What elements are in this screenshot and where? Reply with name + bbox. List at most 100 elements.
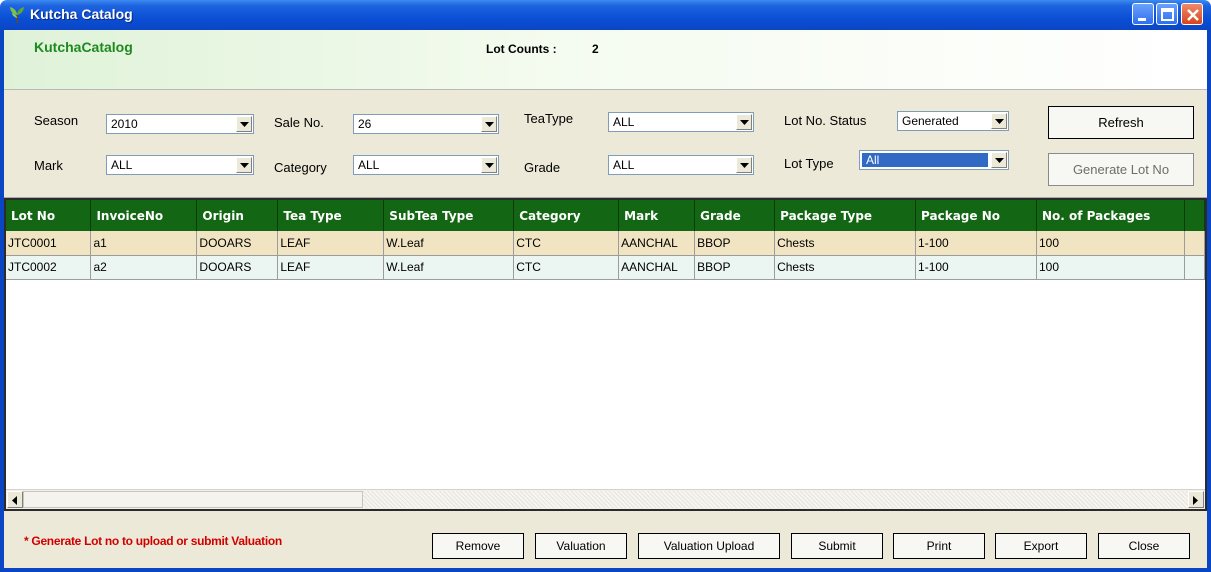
scroll-left-icon xyxy=(12,496,17,505)
close-window-button[interactable] xyxy=(1181,3,1203,25)
table-cell[interactable]: 100 xyxy=(1036,255,1185,280)
action-bar: * Generate Lot no to upload or submit Va… xyxy=(4,511,1207,568)
table-cell-overflow xyxy=(1184,255,1205,280)
column-header-overflow xyxy=(1184,200,1205,231)
valuation-button[interactable]: Valuation xyxy=(535,533,627,559)
lot-type-label: Lot Type xyxy=(784,156,834,171)
table-cell[interactable]: a2 xyxy=(90,255,198,280)
header-band: KutchaCatalog Lot Counts : 2 xyxy=(4,30,1207,90)
table-cell[interactable]: 1-100 xyxy=(915,255,1037,280)
valuation-upload-button[interactable]: Valuation Upload xyxy=(638,533,780,559)
window-title: Kutcha Catalog xyxy=(30,6,133,22)
dropdown-arrow-icon[interactable] xyxy=(236,116,252,132)
scroll-left-button[interactable] xyxy=(7,491,23,508)
table-cell[interactable]: BBOP xyxy=(694,255,776,280)
season-value: 2010 xyxy=(111,117,138,131)
export-button[interactable]: Export xyxy=(995,533,1087,559)
column-header[interactable]: Origin xyxy=(196,200,279,231)
lot-grid[interactable]: Lot No InvoiceNo Origin Tea Type SubTea … xyxy=(4,198,1207,511)
table-cell[interactable]: W.Leaf xyxy=(383,231,515,256)
window-frame-bottom xyxy=(0,568,1211,572)
lot-counts-label: Lot Counts : xyxy=(486,42,557,56)
dropdown-arrow-icon[interactable] xyxy=(736,157,752,173)
table-cell[interactable]: JTC0002 xyxy=(6,255,92,280)
tea-type-select[interactable]: ALL xyxy=(608,112,754,132)
scroll-right-button[interactable] xyxy=(1188,491,1204,508)
table-cell[interactable]: JTC0001 xyxy=(6,231,92,256)
table-cell[interactable]: CTC xyxy=(513,255,620,280)
grade-value: ALL xyxy=(613,158,635,172)
table-row[interactable]: JTC0001 a1 DOOARS LEAF W.Leaf CTC AANCHA… xyxy=(6,231,1205,256)
table-cell[interactable]: DOOARS xyxy=(196,231,279,256)
column-header[interactable]: Mark xyxy=(618,200,696,231)
column-header[interactable]: Package No xyxy=(915,200,1037,231)
table-cell[interactable]: LEAF xyxy=(277,231,385,256)
close-button[interactable]: Close xyxy=(1098,533,1190,559)
column-header[interactable]: Grade xyxy=(694,200,776,231)
maximize-icon xyxy=(1161,8,1174,21)
maximize-button[interactable] xyxy=(1156,3,1178,25)
column-header[interactable]: Package Type xyxy=(774,200,917,231)
grade-select[interactable]: ALL xyxy=(608,155,754,175)
table-cell[interactable]: W.Leaf xyxy=(383,255,515,280)
submit-button[interactable]: Submit xyxy=(791,533,883,559)
table-cell[interactable]: LEAF xyxy=(277,255,385,280)
season-select[interactable]: 2010 xyxy=(106,114,254,134)
table-cell[interactable]: AANCHAL xyxy=(618,231,696,256)
print-button[interactable]: Print xyxy=(893,533,985,559)
lot-no-status-label: Lot No. Status xyxy=(784,113,867,128)
table-cell[interactable]: a1 xyxy=(90,231,198,256)
column-header[interactable]: Lot No xyxy=(6,200,92,231)
dropdown-arrow-icon[interactable] xyxy=(991,113,1007,129)
table-cell[interactable]: 1-100 xyxy=(915,231,1037,256)
lot-counts-value: 2 xyxy=(592,42,599,56)
instruction-note: * Generate Lot no to upload or submit Va… xyxy=(24,534,282,548)
table-row[interactable]: JTC0002 a2 DOOARS LEAF W.Leaf CTC AANCHA… xyxy=(6,255,1205,280)
table-cell[interactable]: BBOP xyxy=(694,231,776,256)
tea-type-value: ALL xyxy=(613,115,635,129)
scroll-right-icon xyxy=(1193,496,1198,505)
mark-select[interactable]: ALL xyxy=(106,155,254,175)
refresh-button[interactable]: Refresh xyxy=(1048,106,1194,139)
minimize-button[interactable] xyxy=(1132,3,1154,25)
dropdown-arrow-icon[interactable] xyxy=(736,114,752,130)
column-header[interactable]: Tea Type xyxy=(277,200,385,231)
grid-header-row: Lot No InvoiceNo Origin Tea Type SubTea … xyxy=(6,200,1205,231)
table-cell[interactable]: DOOARS xyxy=(196,255,279,280)
brand-label: KutchaCatalog xyxy=(34,39,133,55)
column-header[interactable]: Category xyxy=(513,200,620,231)
column-header[interactable]: InvoiceNo xyxy=(90,200,198,231)
sale-no-value: 26 xyxy=(358,117,372,131)
sale-no-select[interactable]: 26 xyxy=(353,114,499,134)
window-frame-right xyxy=(1207,30,1211,572)
close-icon xyxy=(1187,9,1199,21)
filter-panel: Season 2010 Sale No. 26 TeaType ALL Lot … xyxy=(4,90,1207,198)
scroll-thumb[interactable] xyxy=(23,491,363,508)
lot-no-status-select[interactable]: Generated xyxy=(897,111,1009,131)
grade-label: Grade xyxy=(524,160,561,175)
column-header[interactable]: SubTea Type xyxy=(383,200,515,231)
category-value: ALL xyxy=(358,158,380,172)
table-cell[interactable]: Chests xyxy=(774,255,917,280)
category-select[interactable]: ALL xyxy=(353,155,499,175)
remove-button[interactable]: Remove xyxy=(432,533,524,559)
lot-type-select[interactable]: All xyxy=(859,150,1009,170)
horizontal-scrollbar[interactable] xyxy=(6,489,1205,509)
table-cell[interactable]: CTC xyxy=(513,231,620,256)
mark-value: ALL xyxy=(111,158,133,172)
table-cell[interactable]: AANCHAL xyxy=(618,255,696,280)
mark-label: Mark xyxy=(34,158,63,173)
table-cell[interactable]: Chests xyxy=(774,231,917,256)
table-cell[interactable]: 100 xyxy=(1036,231,1185,256)
lot-type-value: All xyxy=(863,153,883,167)
tea-leaf-icon xyxy=(8,6,26,24)
generate-lot-no-button[interactable]: Generate Lot No xyxy=(1048,153,1194,186)
tea-type-label: TeaType xyxy=(524,111,574,126)
dropdown-arrow-icon[interactable] xyxy=(481,157,497,173)
dropdown-arrow-icon[interactable] xyxy=(991,152,1007,168)
column-header[interactable]: No. of Packages xyxy=(1036,200,1185,231)
dropdown-arrow-icon[interactable] xyxy=(481,116,497,132)
dropdown-arrow-icon[interactable] xyxy=(236,157,252,173)
sale-no-label: Sale No. xyxy=(274,115,324,130)
title-bar[interactable]: Kutcha Catalog xyxy=(0,0,1211,30)
